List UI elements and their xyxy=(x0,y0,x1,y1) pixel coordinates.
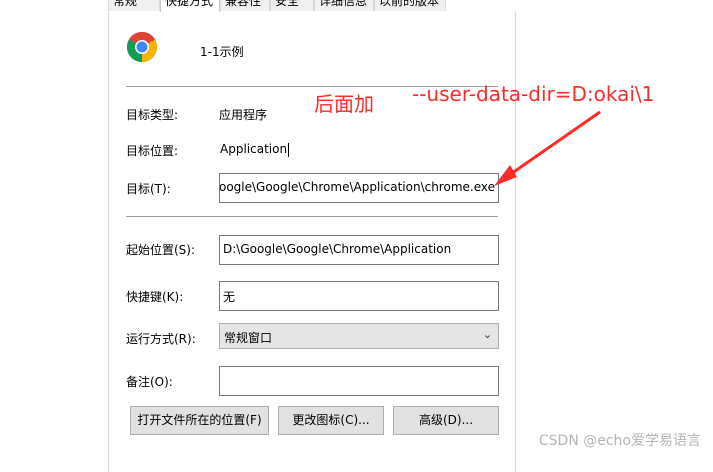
annotation-arrow-line xyxy=(504,110,601,180)
watermark: CSDN @echo爱学易语言 xyxy=(538,433,701,449)
annotation-arrow-head xyxy=(494,165,517,186)
annotation-arrow xyxy=(494,110,601,186)
